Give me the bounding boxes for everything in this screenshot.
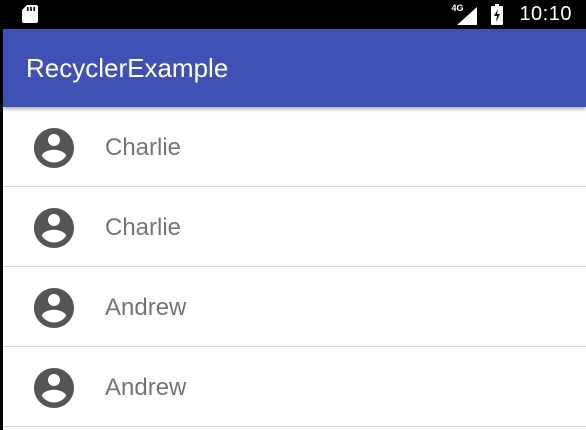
list-item-name: Andrew [105,294,187,321]
list-item-name: Charlie [105,134,182,161]
signal-icon [457,6,478,25]
account-circle-icon [34,128,74,168]
account-circle-icon [34,208,74,248]
network-indicator: 4G [451,3,478,26]
sd-card-icon [22,5,38,23]
list-item[interactable]: Andrew [3,267,586,347]
list-item[interactable]: Andrew [3,347,586,427]
recycler-list[interactable]: Charlie Charlie Andrew Andrew [3,107,586,430]
battery-charging-icon [491,4,504,25]
account-circle-icon [34,288,74,328]
list-item[interactable]: Charlie [3,107,586,187]
app-bar: RecyclerExample [3,29,586,107]
list-item-name: Andrew [105,374,187,401]
list-item-name: Charlie [105,214,182,241]
app-title: RecyclerExample [26,53,229,83]
phone-screen: 4G 10:10 RecyclerExample Charlie Charlie… [0,0,586,430]
clock: 10:10 [519,3,572,25]
status-bar: 4G 10:10 [0,0,586,29]
status-icons: 4G 10:10 [451,0,572,29]
account-circle-icon [34,368,74,408]
list-item[interactable]: Charlie [3,187,586,267]
